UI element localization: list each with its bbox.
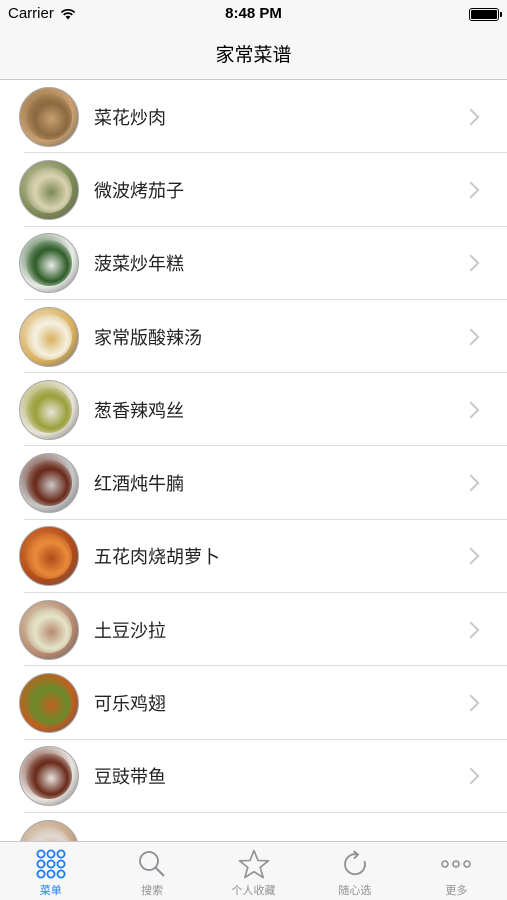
tab-star[interactable]: 个人收藏 — [203, 842, 304, 900]
dish-name: 五花肉烧胡萝卜 — [94, 547, 220, 569]
dish-photo — [26, 606, 72, 653]
star-icon — [238, 849, 270, 882]
chevron-right-icon — [462, 108, 480, 126]
dish-name: 可乐鸡翅 — [94, 694, 166, 716]
dish-thumbnail — [19, 599, 79, 660]
dish-photo — [26, 386, 72, 433]
chevron-right-icon — [462, 181, 480, 199]
tab-more[interactable]: 更多 — [406, 842, 507, 900]
list-item[interactable]: 红酒炖牛腩 — [0, 446, 507, 521]
tab-bar: 菜单 搜索 个人收藏 随心选 更多 — [0, 841, 507, 900]
list-item[interactable]: 可乐鸡翅 — [0, 666, 507, 740]
grid-icon — [36, 849, 66, 882]
tab-search[interactable]: 搜索 — [101, 842, 202, 900]
dish-photo — [26, 240, 72, 287]
list-item[interactable] — [0, 813, 507, 841]
dish-name: 菜花炒肉 — [94, 107, 166, 129]
page-title: 家常菜谱 — [215, 44, 292, 66]
navigation-bar: 家常菜谱 — [0, 28, 507, 80]
dish-thumbnail — [19, 819, 79, 841]
more-icon — [440, 849, 472, 882]
dish-thumbnail — [19, 159, 79, 220]
chevron-right-icon — [462, 328, 480, 346]
status-bar: Carrier 8:48 PM — [0, 0, 507, 28]
list-item[interactable]: 豆豉带鱼 — [0, 740, 507, 814]
list-item[interactable]: 家常版酸辣汤 — [0, 300, 507, 374]
tab-grid[interactable]: 菜单 — [0, 842, 101, 900]
dish-thumbnail — [19, 673, 79, 734]
list-item[interactable]: 五花肉烧胡萝卜 — [0, 520, 507, 594]
list-item[interactable]: 微波烤茄子 — [0, 153, 507, 227]
dish-photo — [26, 753, 72, 800]
chevron-right-icon — [462, 621, 480, 639]
chevron-right-icon — [462, 474, 480, 492]
dish-thumbnail — [19, 306, 79, 367]
dish-name: 土豆沙拉 — [94, 620, 166, 642]
chevron-right-icon — [462, 401, 480, 419]
list-item[interactable]: 葱香辣鸡丝 — [0, 373, 507, 447]
tab-label: 搜索 — [141, 884, 164, 897]
dish-thumbnail — [19, 379, 79, 440]
dish-photo — [26, 93, 72, 140]
dish-list[interactable]: 菜花炒肉微波烤茄子菠菜炒年糕家常版酸辣汤 葱香辣鸡丝红酒炖牛腩五花肉烧胡萝卜 土豆沙… — [0, 80, 507, 841]
list-item[interactable]: 菠菜炒年糕 — [0, 227, 507, 301]
list-item[interactable]: 菜花炒肉 — [0, 80, 507, 154]
dish-thumbnail — [19, 86, 79, 147]
status-time: 8:48 PM — [225, 5, 282, 22]
dish-name: 红酒炖牛腩 — [94, 474, 184, 496]
dish-photo — [26, 460, 72, 507]
list-item[interactable]: 土豆沙拉 — [0, 593, 507, 667]
dish-thumbnail — [19, 453, 79, 514]
refresh-icon — [340, 849, 370, 882]
search-icon — [137, 849, 167, 882]
dish-thumbnail — [19, 233, 79, 294]
dish-name: 微波烤茄子 — [94, 180, 184, 202]
dish-photo — [26, 826, 72, 841]
dish-name: 葱香辣鸡丝 — [94, 400, 184, 422]
dish-thumbnail — [19, 526, 79, 587]
tab-label: 更多 — [445, 884, 468, 897]
battery-icon — [469, 8, 502, 21]
dish-thumbnail — [19, 746, 79, 807]
tab-label: 个人收藏 — [231, 884, 276, 897]
tab-label: 随心选 — [338, 884, 372, 897]
battery-fill — [471, 10, 497, 19]
dish-photo — [26, 313, 72, 360]
dish-name: 菠菜炒年糕 — [94, 254, 184, 276]
dish-photo — [26, 680, 72, 727]
dish-name: 家常版酸辣汤 — [94, 327, 202, 349]
dish-photo — [26, 166, 72, 213]
dish-name: 豆豉带鱼 — [94, 767, 166, 789]
chevron-right-icon — [462, 767, 480, 785]
chevron-right-icon — [462, 547, 480, 565]
dish-photo — [26, 533, 72, 580]
tab-label: 菜单 — [39, 884, 62, 897]
tab-refresh[interactable]: 随心选 — [304, 842, 405, 900]
chevron-right-icon — [462, 254, 480, 272]
chevron-right-icon — [462, 694, 480, 712]
